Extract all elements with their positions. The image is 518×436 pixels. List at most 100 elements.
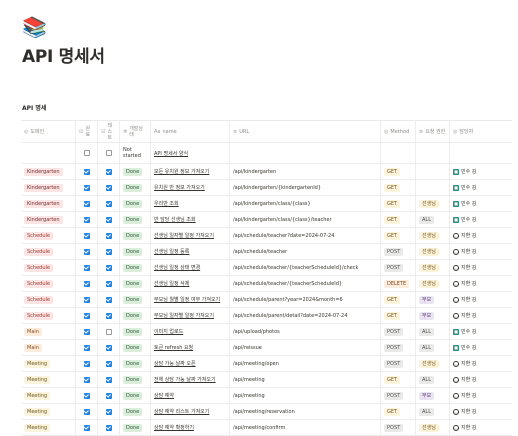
done-cell[interactable] xyxy=(76,340,98,355)
domain-cell[interactable]: Schedule xyxy=(21,228,76,243)
row-name-link[interactable]: 상담 예약 xyxy=(154,392,174,399)
method-cell[interactable]: GET xyxy=(381,180,416,195)
status-cell[interactable]: Done xyxy=(120,340,151,355)
done-checkbox[interactable] xyxy=(83,392,90,399)
test-cell[interactable] xyxy=(98,212,120,227)
test-checkbox[interactable] xyxy=(105,150,112,156)
domain-cell[interactable]: Kindergarten xyxy=(21,164,76,179)
row-name-link[interactable]: 전체 상담 가능 날짜 가져오기 xyxy=(154,376,216,383)
column-header-test[interactable]: ☑ 테스트 xyxy=(98,121,120,142)
column-header-role[interactable]: ≡ 요청 권한 xyxy=(416,121,450,142)
status-cell[interactable]: Done xyxy=(120,180,151,195)
row-name-link[interactable]: 부모님 월별 일정 여부 가져오기 xyxy=(154,296,220,303)
assignee-cell[interactable]: ◡ 지환 김 xyxy=(450,372,512,387)
role-cell[interactable]: ALL xyxy=(416,372,450,387)
test-cell[interactable] xyxy=(98,372,120,387)
role-cell[interactable]: 부모 xyxy=(416,388,450,403)
method-cell[interactable]: GET xyxy=(381,228,416,243)
url-cell[interactable]: /api/schedule/teacher xyxy=(230,244,381,259)
domain-cell[interactable]: Meeting xyxy=(21,404,76,419)
role-cell[interactable]: 선생님 xyxy=(416,420,450,435)
status-cell[interactable]: Done xyxy=(120,308,151,323)
done-checkbox[interactable] xyxy=(83,296,90,303)
test-cell[interactable] xyxy=(98,308,120,323)
status-cell[interactable]: Done xyxy=(120,260,151,275)
method-cell[interactable]: POST xyxy=(381,420,416,435)
url-cell[interactable]: /api/schedule/parent?year=2024&month=6 xyxy=(230,292,381,307)
name-cell[interactable]: 상담 예약 확정하기 xyxy=(151,420,230,435)
row-name-link[interactable]: 선생님 일정 등록 xyxy=(154,248,189,255)
column-header-status[interactable]: ✲ 개발상태 xyxy=(120,121,151,142)
test-cell[interactable] xyxy=(98,404,120,419)
role-cell[interactable]: ALL xyxy=(416,324,450,339)
method-cell[interactable]: GET xyxy=(381,404,416,419)
done-checkbox[interactable] xyxy=(83,216,90,223)
assignee[interactable]: ◡ 지환 김 xyxy=(453,376,476,383)
name-cell[interactable]: 선생님 일정 상태 변경 xyxy=(151,260,230,275)
done-checkbox[interactable] xyxy=(83,376,90,383)
row-name-link[interactable]: 모든 유치원 정보 가져오기 xyxy=(154,168,209,175)
assignee-cell[interactable]: ■ 민수 김 xyxy=(450,340,512,355)
domain-cell[interactable]: Kindergarten xyxy=(21,180,76,195)
assignee[interactable]: ◡ 지환 김 xyxy=(453,264,476,271)
status-cell[interactable]: Done xyxy=(120,196,151,211)
done-cell[interactable] xyxy=(76,228,98,243)
name-cell[interactable]: 상담 예약 xyxy=(151,388,230,403)
row-name-link[interactable]: 우리반 조회 xyxy=(154,200,179,207)
url-cell[interactable]: /api/meeting/confirm xyxy=(230,420,381,435)
table-row[interactable]: Meeting Done 상담 예약/api/meeting POST 부모 ◡ 지환 김 xyxy=(21,388,512,404)
column-header-assignee[interactable]: ◎ 담당자 xyxy=(450,121,512,142)
test-checkbox[interactable] xyxy=(105,376,112,383)
test-checkbox[interactable] xyxy=(105,200,112,207)
test-cell[interactable] xyxy=(98,388,120,403)
done-checkbox[interactable] xyxy=(83,344,90,351)
method-cell[interactable] xyxy=(381,143,416,163)
role-cell[interactable] xyxy=(416,143,450,163)
url-cell[interactable]: /api/meeting/reservation xyxy=(230,404,381,419)
name-cell[interactable]: 전체 상담 가능 날짜 가져오기 xyxy=(151,372,230,387)
name-cell[interactable]: 부모님 월별 일정 여부 가져오기 xyxy=(151,292,230,307)
role-cell[interactable]: ALL xyxy=(416,340,450,355)
assignee-cell[interactable]: ■ 민수 김 xyxy=(450,212,512,227)
url-cell[interactable]: /api/kindergarten xyxy=(230,164,381,179)
test-cell[interactable] xyxy=(98,164,120,179)
row-name-link[interactable]: 선생님 일정 상태 변경 xyxy=(154,264,200,271)
role-cell[interactable]: ALL xyxy=(416,212,450,227)
url-cell[interactable]: /api/schedule/teacher/{teacherScheduleId… xyxy=(230,260,381,275)
done-checkbox[interactable] xyxy=(83,168,90,175)
test-checkbox[interactable] xyxy=(105,184,112,191)
assignee[interactable]: ◡ 지환 김 xyxy=(453,408,476,415)
table-row[interactable]: Meeting Done 상담 예약 확정하기/api/meeting/confir… xyxy=(21,420,512,436)
done-cell[interactable] xyxy=(76,420,98,435)
status-cell[interactable]: Done xyxy=(120,404,151,419)
domain-cell[interactable]: Meeting xyxy=(21,420,76,435)
test-checkbox[interactable] xyxy=(105,296,112,303)
name-cell[interactable]: API 명세서 양식 xyxy=(151,143,230,163)
test-checkbox[interactable] xyxy=(105,360,112,367)
assignee-cell[interactable]: ■ 민수 김 xyxy=(450,164,512,179)
row-name-link[interactable]: 상담 가능 날짜 오픈 xyxy=(154,360,196,367)
method-cell[interactable]: GET xyxy=(381,164,416,179)
done-checkbox[interactable] xyxy=(83,280,90,287)
table-row[interactable]: Schedule Done 부모님 월별 일정 여부 가져오기/api/schedu… xyxy=(21,292,512,308)
table-row[interactable]: Main Done 이미지 업로드/api/upload/photos POST ALL… xyxy=(21,324,512,340)
done-checkbox[interactable] xyxy=(83,264,90,271)
name-cell[interactable]: 상담 예약 리스트 가져오기 xyxy=(151,404,230,419)
test-checkbox[interactable] xyxy=(105,216,112,223)
test-cell[interactable] xyxy=(98,276,120,291)
role-cell[interactable] xyxy=(416,180,450,195)
page-emoji-icon[interactable]: 📚 xyxy=(22,16,47,38)
assignee[interactable]: ◡ 지환 김 xyxy=(453,232,476,239)
test-checkbox[interactable] xyxy=(105,424,112,431)
database-title[interactable]: API 명세 xyxy=(22,103,46,112)
method-cell[interactable]: POST xyxy=(381,340,416,355)
column-header-domain[interactable]: ◎ 도메인 xyxy=(21,121,76,142)
row-name-link[interactable]: 선생님 일정 삭제 xyxy=(154,280,189,287)
domain-cell[interactable]: Meeting xyxy=(21,356,76,371)
done-cell[interactable] xyxy=(76,276,98,291)
done-checkbox[interactable] xyxy=(83,424,90,431)
method-cell[interactable]: GET xyxy=(381,308,416,323)
url-cell[interactable]: /api/reissue xyxy=(230,340,381,355)
test-checkbox[interactable] xyxy=(105,328,112,335)
role-cell[interactable]: 선생님 xyxy=(416,228,450,243)
